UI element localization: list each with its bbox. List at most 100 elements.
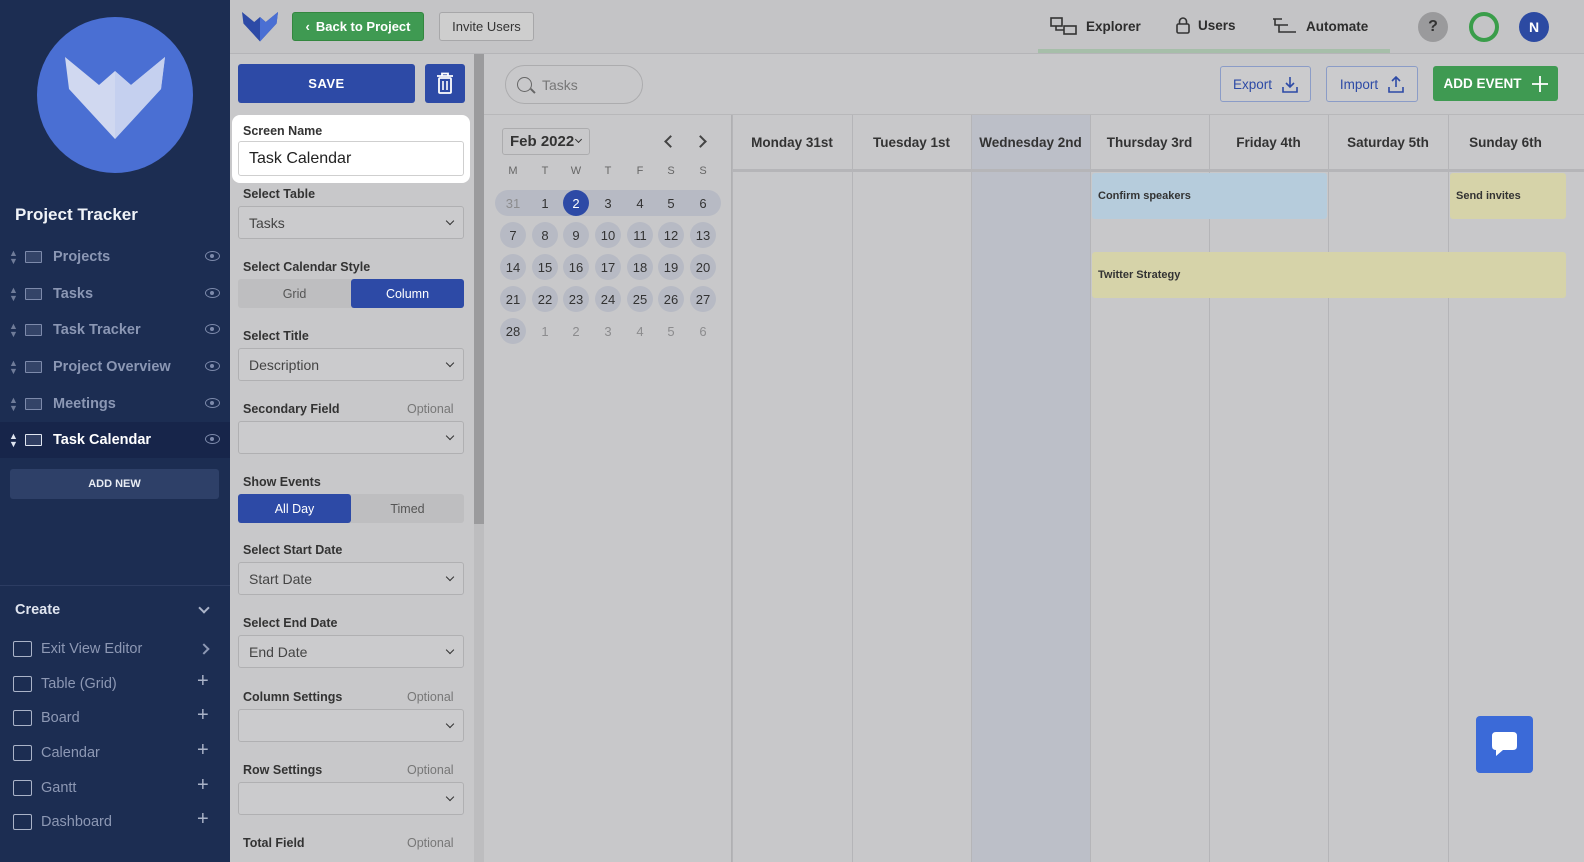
mini-day[interactable]: 17 [595, 254, 621, 280]
eye-icon[interactable] [205, 324, 220, 334]
mini-day-selected[interactable]: 2 [563, 190, 589, 216]
app-logo[interactable] [37, 17, 193, 173]
nav-automate[interactable]: Automate [1272, 17, 1368, 35]
events-option-timed[interactable]: Timed [351, 494, 464, 523]
eye-icon[interactable] [205, 398, 220, 408]
settings-scrollbar-thumb[interactable] [474, 54, 484, 524]
back-to-project-button[interactable]: ‹ Back to Project [292, 12, 424, 41]
mini-day[interactable]: 4 [627, 318, 653, 344]
day-column-saturday[interactable] [1328, 115, 1448, 862]
drag-handle-icon[interactable]: ▲ ▼ [9, 322, 18, 339]
prev-month-arrow-icon[interactable] [664, 135, 677, 148]
save-button[interactable]: SAVE [238, 64, 415, 103]
add-new-button[interactable]: ADD NEW [10, 469, 219, 499]
mini-day[interactable]: 28 [500, 318, 526, 344]
select-table-dropdown[interactable]: Tasks [238, 206, 464, 239]
column-settings-dropdown[interactable] [238, 709, 464, 742]
delete-button[interactable] [425, 64, 465, 103]
avatar[interactable]: N [1519, 12, 1549, 42]
chevron-down-icon[interactable] [198, 602, 210, 614]
add-event-button[interactable]: ADD EVENT [1433, 66, 1558, 101]
screen-name-input[interactable] [238, 141, 464, 176]
day-column-tuesday[interactable] [852, 115, 971, 862]
sidebar-item-meetings[interactable]: ▲ ▼ Meetings [0, 386, 230, 422]
nav-users[interactable]: Users [1176, 17, 1236, 34]
style-option-grid[interactable]: Grid [238, 279, 351, 308]
mini-day[interactable]: 31 [500, 190, 526, 216]
nav-explorer[interactable]: Explorer [1050, 17, 1141, 35]
sidebar-item-task-tracker[interactable]: ▲ ▼ Task Tracker [0, 312, 230, 348]
drag-handle-icon[interactable]: ▲ ▼ [9, 286, 18, 303]
mini-day[interactable]: 19 [658, 254, 684, 280]
next-month-arrow-icon[interactable] [694, 135, 707, 148]
mini-day[interactable]: 12 [658, 222, 684, 248]
eye-icon[interactable] [205, 434, 220, 444]
mini-day[interactable]: 27 [690, 286, 716, 312]
chat-button[interactable] [1476, 716, 1533, 773]
day-column-friday[interactable] [1209, 115, 1328, 862]
mini-day[interactable]: 5 [658, 190, 684, 216]
status-indicator[interactable] [1469, 12, 1499, 42]
create-calendar[interactable]: Calendar + [0, 736, 230, 770]
create-dashboard[interactable]: Dashboard + [0, 805, 230, 839]
mini-day[interactable]: 1 [532, 190, 558, 216]
mini-day[interactable]: 8 [532, 222, 558, 248]
sidebar-item-project-overview[interactable]: ▲ ▼ Project Overview [0, 349, 230, 385]
event-confirm-speakers[interactable]: Confirm speakers [1092, 173, 1327, 219]
mini-day[interactable]: 2 [563, 318, 589, 344]
mini-day[interactable]: 18 [627, 254, 653, 280]
mini-day[interactable]: 4 [627, 190, 653, 216]
start-date-dropdown[interactable]: Start Date [238, 562, 464, 595]
mini-day[interactable]: 10 [595, 222, 621, 248]
mini-day[interactable]: 6 [690, 318, 716, 344]
sidebar-item-task-calendar[interactable]: ▲ ▼ Task Calendar [0, 422, 230, 458]
export-button[interactable]: Export [1220, 66, 1311, 102]
mini-day[interactable]: 22 [532, 286, 558, 312]
eye-icon[interactable] [205, 251, 220, 261]
mini-day[interactable]: 9 [563, 222, 589, 248]
day-column-monday[interactable] [732, 115, 852, 862]
mini-day[interactable]: 21 [500, 286, 526, 312]
mini-day[interactable]: 14 [500, 254, 526, 280]
events-option-all-day[interactable]: All Day [238, 494, 351, 523]
settings-scrollbar-track[interactable] [474, 524, 484, 862]
month-select[interactable]: Feb 2022 [502, 128, 590, 155]
day-column-thursday[interactable] [1090, 115, 1209, 862]
secondary-field-dropdown[interactable] [238, 421, 464, 454]
mini-day[interactable]: 6 [690, 190, 716, 216]
drag-handle-icon[interactable]: ▲ ▼ [9, 359, 18, 376]
mini-day[interactable]: 23 [563, 286, 589, 312]
invite-users-button[interactable]: Invite Users [439, 12, 534, 41]
mini-day[interactable]: 11 [627, 222, 653, 248]
mini-day[interactable]: 3 [595, 318, 621, 344]
mini-day[interactable]: 24 [595, 286, 621, 312]
drag-handle-icon[interactable]: ▲ ▼ [9, 249, 18, 266]
end-date-dropdown[interactable]: End Date [238, 635, 464, 668]
mini-day[interactable]: 3 [595, 190, 621, 216]
drag-handle-icon[interactable]: ▲ ▼ [9, 396, 18, 413]
help-button[interactable]: ? [1418, 12, 1448, 42]
create-gantt[interactable]: Gantt + [0, 771, 230, 805]
mini-day[interactable]: 15 [532, 254, 558, 280]
style-option-column[interactable]: Column [351, 279, 464, 308]
logo-icon[interactable] [242, 10, 278, 42]
drag-handle-icon[interactable]: ▲ ▼ [9, 432, 18, 449]
mini-day[interactable]: 5 [658, 318, 684, 344]
mini-day[interactable]: 7 [500, 222, 526, 248]
search-input[interactable]: Tasks [505, 65, 643, 104]
mini-day[interactable]: 13 [690, 222, 716, 248]
day-column-wednesday-today[interactable] [971, 115, 1090, 862]
create-board[interactable]: Board + [0, 701, 230, 735]
create-table-grid[interactable]: Table (Grid) + [0, 667, 230, 701]
sidebar-item-tasks[interactable]: ▲ ▼ Tasks [0, 276, 230, 312]
sidebar-item-projects[interactable]: ▲ ▼ Projects [0, 239, 230, 275]
mini-day[interactable]: 16 [563, 254, 589, 280]
mini-day[interactable]: 25 [627, 286, 653, 312]
create-title[interactable]: Create [15, 602, 60, 618]
event-twitter-strategy[interactable]: Twitter Strategy [1092, 252, 1566, 298]
event-send-invites[interactable]: Send invites [1450, 173, 1566, 219]
mini-day[interactable]: 26 [658, 286, 684, 312]
import-button[interactable]: Import [1326, 66, 1418, 102]
select-title-dropdown[interactable]: Description [238, 348, 464, 381]
mini-day[interactable]: 20 [690, 254, 716, 280]
